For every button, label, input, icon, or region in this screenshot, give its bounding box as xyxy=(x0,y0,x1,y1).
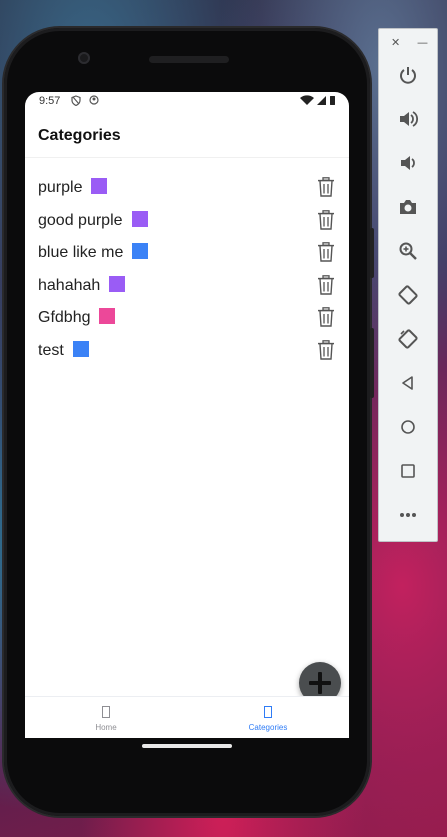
delete-category-button[interactable] xyxy=(317,177,335,197)
category-color-swatch xyxy=(99,308,116,325)
category-name-group: good purple xyxy=(38,210,148,230)
notification-icon xyxy=(89,95,99,108)
trash-icon xyxy=(318,274,334,295)
category-list: purple good purple blue like me hahahah Gfdb… xyxy=(25,170,349,366)
category-row[interactable]: Gfdbhg xyxy=(25,300,349,333)
app-header: Categories xyxy=(25,114,349,158)
category-row[interactable]: purple xyxy=(25,170,349,203)
category-row[interactable]: good purple xyxy=(25,203,349,236)
camera-icon[interactable] xyxy=(396,195,420,219)
page-title: Categories xyxy=(38,127,121,144)
category-name: Gfdbhg xyxy=(38,309,91,327)
overview-icon[interactable] xyxy=(396,459,420,483)
trash-icon xyxy=(318,209,334,230)
category-color-swatch xyxy=(109,275,126,292)
category-color-swatch xyxy=(72,340,89,357)
category-color-swatch xyxy=(132,243,149,260)
category-name: test xyxy=(38,341,64,359)
category-name: good purple xyxy=(38,211,123,229)
rotate-left-icon[interactable] xyxy=(396,283,420,307)
device-side-button xyxy=(370,228,374,278)
category-row[interactable]: hahahah xyxy=(25,268,349,301)
shield-icon xyxy=(71,95,81,109)
delete-category-button[interactable] xyxy=(317,307,335,328)
delete-category-button[interactable] xyxy=(317,340,335,360)
trash-icon xyxy=(318,340,334,360)
category-name-group: purple xyxy=(38,178,108,197)
bottom-tab-bar: Home Categories xyxy=(25,696,349,738)
gesture-nav-bar[interactable] xyxy=(142,744,232,748)
wifi-icon xyxy=(300,95,314,105)
status-right-icons xyxy=(299,95,341,109)
tab-home-label: Home xyxy=(95,723,117,732)
front-camera xyxy=(78,52,90,64)
home-icon[interactable] xyxy=(396,415,420,439)
delete-category-button[interactable] xyxy=(317,274,335,295)
signal-icon xyxy=(317,96,326,105)
volume-up-icon[interactable] xyxy=(396,107,420,131)
status-time: 9:57 xyxy=(39,95,61,107)
delete-category-button[interactable] xyxy=(317,242,335,262)
trash-icon xyxy=(318,307,334,328)
category-name-group: test xyxy=(38,340,89,360)
close-icon[interactable]: ✕ xyxy=(391,36,400,49)
tab-categories[interactable]: Categories xyxy=(187,697,349,738)
rotate-right-icon[interactable] xyxy=(396,327,420,351)
emulator-toolbar: ✕ — xyxy=(378,28,438,542)
earpiece-speaker xyxy=(149,56,229,63)
volume-down-icon[interactable] xyxy=(396,151,420,175)
minimize-icon[interactable]: — xyxy=(417,36,428,49)
category-row[interactable]: blue like me xyxy=(25,235,349,268)
tab-categories-label: Categories xyxy=(248,723,288,732)
app-screen: 9:57 Categories purple good purple blue li… xyxy=(25,92,349,738)
category-color-swatch xyxy=(131,210,148,227)
category-name: purple xyxy=(38,179,83,196)
device-side-button xyxy=(370,328,374,398)
category-name-group: Gfdbhg xyxy=(38,308,116,327)
category-name-group: blue like me xyxy=(38,243,149,262)
category-name-group: hahahah xyxy=(38,275,126,295)
tab-home[interactable]: Home xyxy=(25,697,187,738)
plus-icon xyxy=(309,672,331,694)
more-icon[interactable] xyxy=(396,503,420,527)
category-color-swatch xyxy=(91,178,108,194)
back-icon[interactable] xyxy=(396,371,420,395)
missing-glyph-icon xyxy=(102,706,110,718)
status-bar: 9:57 xyxy=(25,92,349,112)
device-frame: 9:57 Categories purple good purple blue li… xyxy=(4,28,374,816)
trash-icon xyxy=(318,177,334,197)
delete-category-button[interactable] xyxy=(317,209,335,230)
battery-icon xyxy=(330,96,335,105)
missing-glyph-icon xyxy=(264,706,272,718)
category-row[interactable]: test xyxy=(25,333,349,366)
zoom-icon[interactable] xyxy=(396,239,420,263)
trash-icon xyxy=(318,242,334,262)
category-name: blue like me xyxy=(38,244,124,262)
category-name: hahahah xyxy=(38,276,101,294)
power-icon[interactable] xyxy=(396,63,420,87)
